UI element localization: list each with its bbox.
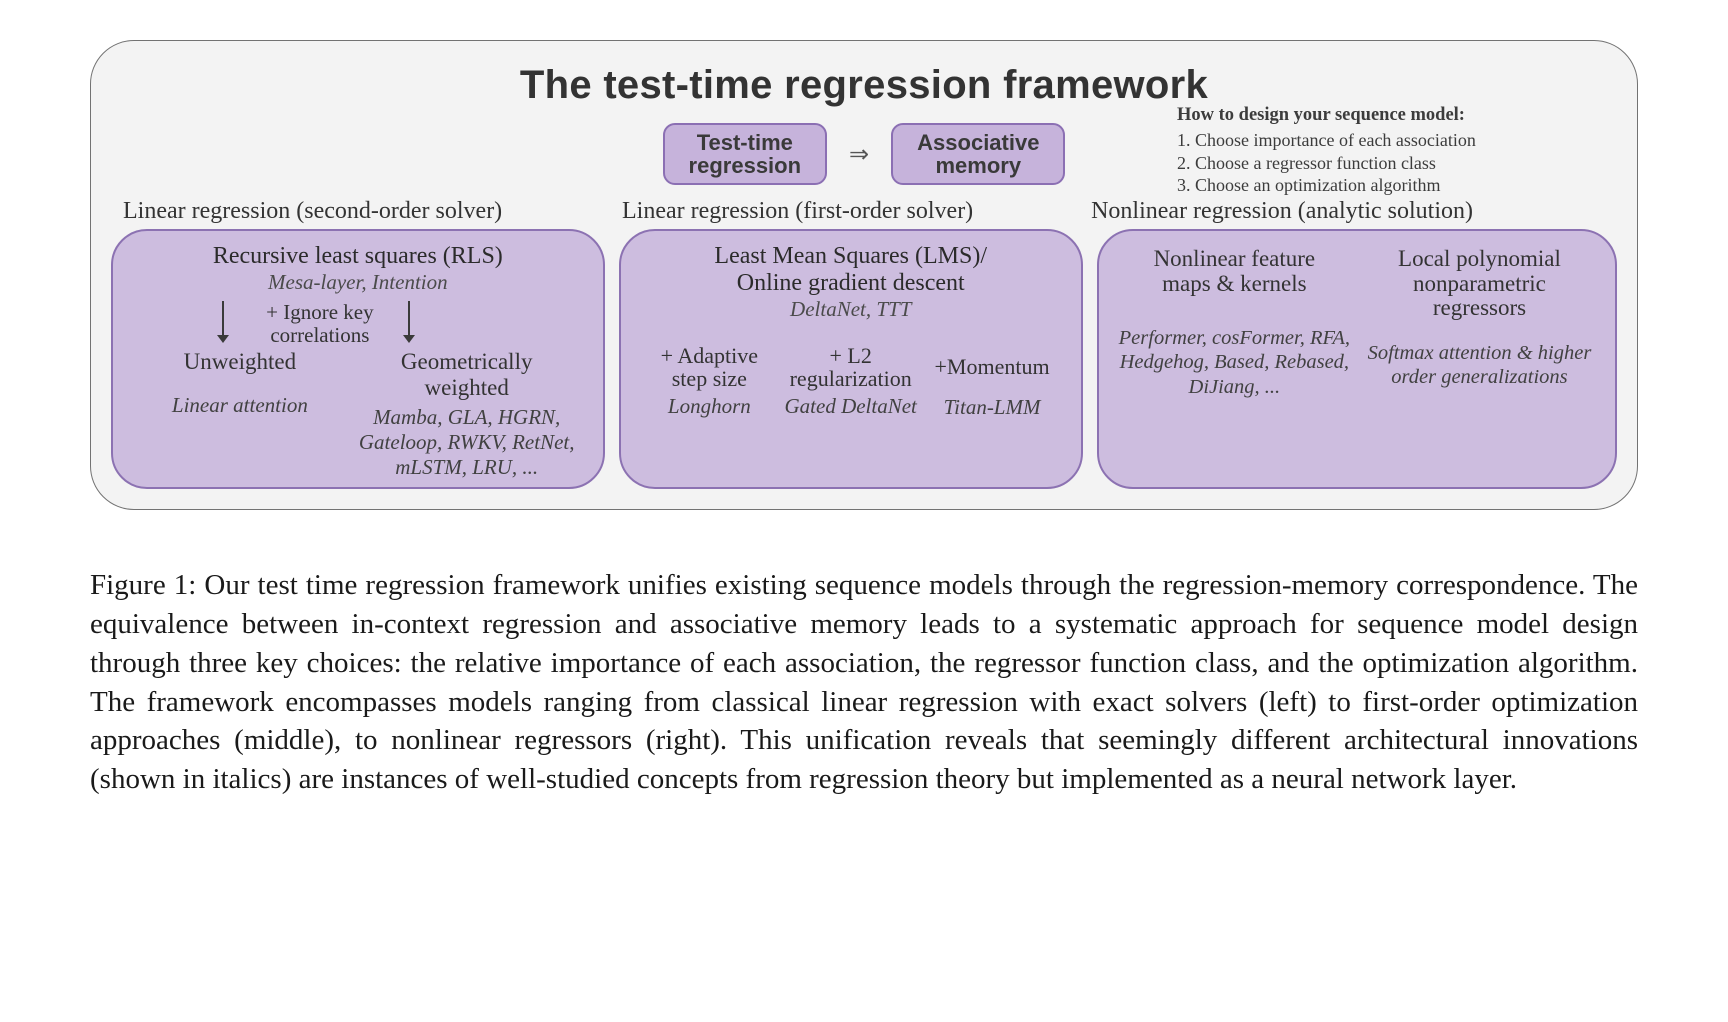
right-kernels-label: Nonlinear feature maps & kernels [1117,247,1352,296]
left-ignore-note: + Ignore key correlations [240,301,400,346]
caption-label: Figure 1: [90,569,196,601]
left-main-header: Recursive least squares (RLS) Mesa-layer… [131,243,585,295]
col-header-right: Nonlinear regression (analytic solution) [1085,198,1611,225]
down-arrow-icon [408,301,410,337]
panel-row: Recursive least squares (RLS) Mesa-layer… [109,229,1619,491]
column-headers: Linear regression (second-order solver) … [113,198,1615,225]
right-colB-l3: regressors [1433,295,1526,320]
pill-b-line1: Associative [917,131,1039,154]
mid-ext1-l2: step size [672,366,747,391]
panel-second-order: Recursive least squares (RLS) Mesa-layer… [111,229,605,489]
mid-ext3-model: Titan-LMM [921,395,1062,420]
figure-caption: Figure 1: Our test time regression frame… [90,566,1638,799]
left-main: Recursive least squares (RLS) [213,243,503,269]
left-geo-l2: weighted [425,375,509,400]
mid-ext2-label: + L2 regularization [780,344,921,390]
right-localpoly-label: Local polynomial nonparametric regressor… [1362,247,1597,321]
col-header-mid: Linear regression (first-order solver) [616,198,1085,225]
pill-associative-memory: Associative memory [891,123,1065,185]
pill-a-line1: Test-time [697,131,793,154]
down-arrow-icon [222,301,224,337]
col-header-left: Linear regression (second-order solver) [117,198,616,225]
left-sub: Mesa-layer, Intention [131,270,585,295]
mid-ext3-label: +Momentum [921,344,1062,378]
right-colB-l1: Local polynomial [1398,246,1561,271]
left-geo-models: Mamba, GLA, HGRN, Gateloop, RWKV, RetNet… [349,405,585,479]
mid-main-header: Least Mean Squares (LMS)/ Online gradien… [639,243,1063,322]
howto-step-1: 1. Choose importance of each association [1177,129,1597,152]
right-col-localpoly: Local polynomial nonparametric regressor… [1362,247,1597,399]
right-colA-l1: Nonlinear feature [1154,246,1316,271]
left-ignore-l1: + Ignore key [266,300,373,324]
right-col-kernels: Nonlinear feature maps & kernels Perform… [1117,247,1352,399]
left-col-geoweighted: Geometrically weighted Mamba, GLA, HGRN,… [349,349,585,479]
figure-title: The test-time regression framework [109,63,1619,108]
mid-ext1-label: + Adaptive step size [639,344,780,390]
mid-ext2-l1: + L2 [830,343,872,368]
pill-b-line2: memory [936,154,1022,177]
left-ignore-l2: correlations [270,323,369,347]
howto-title: How to design your sequence model: [1177,104,1597,127]
figure-frame: The test-time regression framework Test-… [90,40,1638,510]
mid-ext1-model: Longhorn [639,394,780,419]
panel-nonlinear: Nonlinear feature maps & kernels Perform… [1097,229,1617,489]
right-localpoly-models: Softmax attention & higher order general… [1362,341,1597,389]
mid-ext-adaptive: + Adaptive step size Longhorn [639,344,780,420]
pill-test-time-regression: Test-time regression [663,123,828,185]
mid-ext-l2reg: + L2 regularization Gated DeltaNet [780,344,921,420]
left-geo-l1: Geometrically [401,349,533,374]
implies-arrow-icon: ⇒ [849,140,869,169]
right-kernels-models: Performer, cosFormer, RFA, Hedgehog, Bas… [1117,326,1352,399]
left-unweighted-models: Linear attention [131,393,349,418]
mid-ext2-l2: regularization [790,366,912,391]
page: The test-time regression framework Test-… [0,0,1728,799]
left-body: Unweighted Linear attention Geometricall… [131,349,585,479]
right-body: Nonlinear feature maps & kernels Perform… [1117,247,1597,399]
howto-box: How to design your sequence model: 1. Ch… [1177,104,1597,197]
mid-ext-momentum: +Momentum Titan-LMM [921,344,1062,420]
left-geo-label: Geometrically weighted [349,349,585,401]
left-col-unweighted: Unweighted Linear attention [131,349,349,479]
pill-a-line2: regression [689,154,802,177]
mid-sub: DeltaNet, TTT [639,297,1063,322]
panel-first-order: Least Mean Squares (LMS)/ Online gradien… [619,229,1083,489]
howto-step-3: 3. Choose an optimization algorithm [1177,174,1597,197]
right-colB-l2: nonparametric [1413,271,1546,296]
howto-step-2: 2. Choose a regressor function class [1177,152,1597,175]
mid-main-l2: Online gradient descent [737,270,965,296]
mid-extensions: + Adaptive step size Longhorn + L2 regul… [639,344,1063,420]
caption-text: Our test time regression framework unifi… [90,569,1638,795]
left-arrows: + Ignore key correlations [131,299,585,343]
left-unweighted-label: Unweighted [131,349,349,375]
mid-ext1-l1: + Adaptive [661,343,758,368]
figure-top-row: Test-time regression ⇒ Associative memor… [109,118,1619,190]
mid-ext2-model: Gated DeltaNet [780,394,921,419]
right-colA-l2: maps & kernels [1162,271,1306,296]
mid-main-l1: Least Mean Squares (LMS)/ [714,243,987,269]
